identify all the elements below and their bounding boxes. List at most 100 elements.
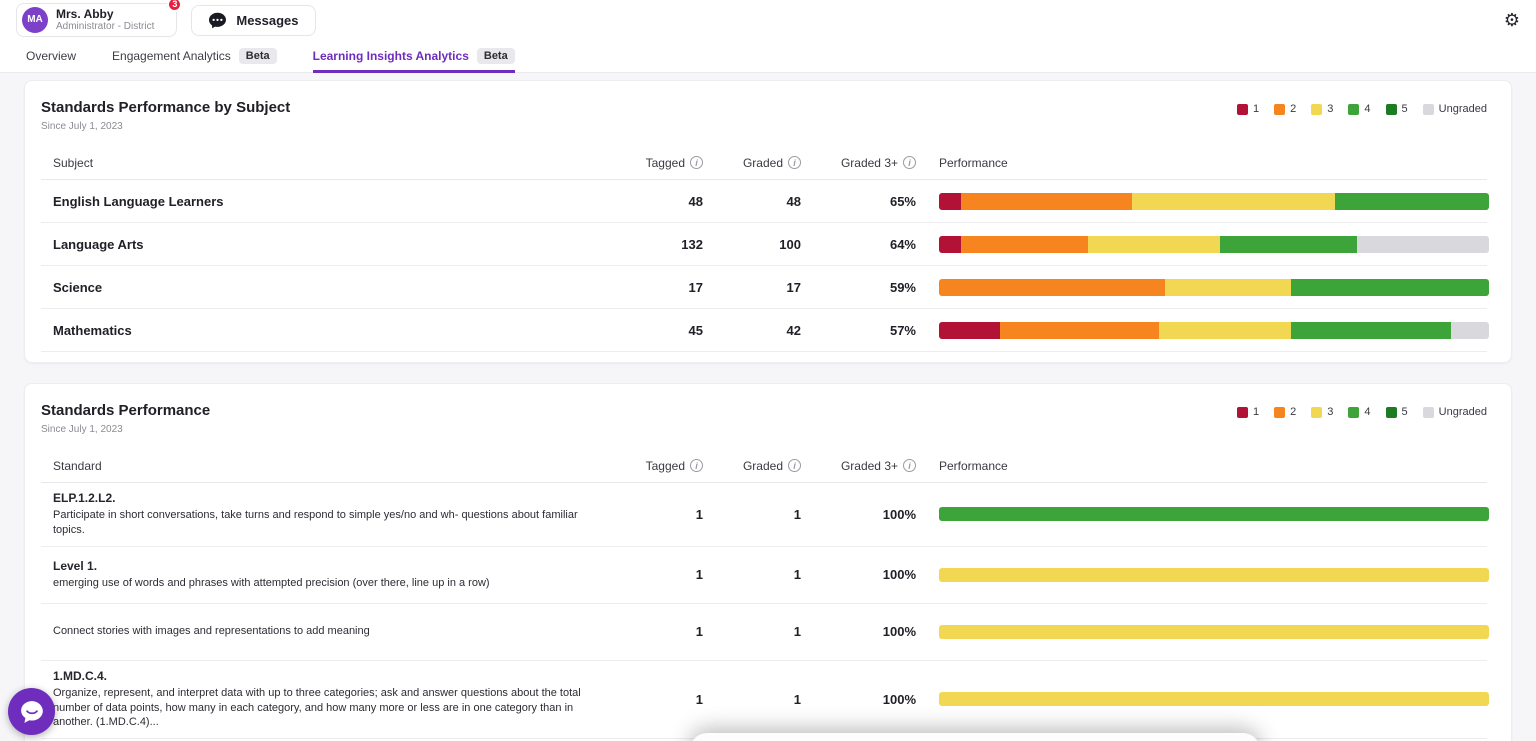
info-icon[interactable]: i: [788, 459, 801, 472]
subject-name: Language Arts: [41, 237, 615, 252]
subjects-table: Subject Taggedi Gradedi Graded 3+i Perfo…: [41, 146, 1487, 352]
column-performance: Performance: [916, 156, 1489, 170]
graded3-value: 64%: [801, 237, 916, 252]
tab-overview[interactable]: Overview: [26, 40, 76, 72]
legend-swatch: [1348, 104, 1359, 115]
column-tagged: Taggedi: [615, 156, 703, 170]
column-graded: Gradedi: [703, 459, 801, 473]
tagged-value: 48: [615, 194, 703, 209]
user-name: Mrs. Abby: [56, 7, 154, 21]
bottom-sheet-edge: [690, 733, 1260, 741]
tab-label: Engagement Analytics: [112, 49, 231, 63]
legend-item: 1: [1237, 103, 1259, 115]
table-row: ELP.1.2.L2. Participate in short convers…: [41, 483, 1487, 547]
legend-label: 4: [1364, 103, 1370, 115]
legend-swatch: [1423, 407, 1434, 418]
info-icon[interactable]: i: [690, 156, 703, 169]
table-row: Language Arts 132 100 64%: [41, 223, 1487, 266]
legend-item: 2: [1274, 103, 1296, 115]
standard-description: Participate in short conversations, take…: [53, 508, 593, 538]
graded-value: 1: [703, 567, 801, 582]
graded-value: 1: [703, 624, 801, 639]
legend-item: 2: [1274, 406, 1296, 418]
legend-label: 5: [1402, 103, 1408, 115]
legend-swatch: [1348, 407, 1359, 418]
legend-swatch: [1237, 407, 1248, 418]
card-subtitle: Since July 1, 2023: [41, 121, 290, 132]
legend-swatch: [1274, 104, 1285, 115]
table-row: Mathematics 45 42 57%: [41, 309, 1487, 352]
standard-code: Level 1.: [53, 559, 615, 573]
graded3-value: 65%: [801, 194, 916, 209]
performance-bar: [939, 568, 1489, 582]
info-icon[interactable]: i: [788, 156, 801, 169]
column-subject: Subject: [41, 156, 615, 170]
column-standard: Standard: [41, 459, 615, 473]
table-header-row: Standard Taggedi Gradedi Graded 3+i Perf…: [41, 449, 1487, 483]
messages-button[interactable]: Messages: [191, 5, 315, 36]
column-graded3: Graded 3+i: [801, 459, 916, 473]
tagged-value: 1: [615, 624, 703, 639]
notification-badge: 3: [167, 0, 182, 12]
tagged-value: 45: [615, 323, 703, 338]
performance-bar: [939, 322, 1489, 339]
table-header-row: Subject Taggedi Gradedi Graded 3+i Perfo…: [41, 146, 1487, 180]
legend-label: 3: [1327, 406, 1333, 418]
subject-name: Science: [41, 280, 615, 295]
info-icon[interactable]: i: [903, 459, 916, 472]
top-bar: MA Mrs. Abby Administrator - District 3 …: [0, 0, 1536, 40]
tagged-value: 1: [615, 567, 703, 582]
user-info: Mrs. Abby Administrator - District: [56, 7, 154, 33]
avatar: MA: [22, 7, 48, 33]
tagged-value: 1: [615, 692, 703, 707]
card-title: Standards Performance: [41, 402, 210, 419]
performance-legend: 1 2 3 4 5 Ungraded: [1237, 103, 1487, 115]
info-icon[interactable]: i: [690, 459, 703, 472]
standard-description: emerging use of words and phrases with a…: [53, 576, 593, 591]
legend-item: 3: [1311, 103, 1333, 115]
beta-badge: Beta: [477, 48, 515, 64]
graded-value: 42: [703, 323, 801, 338]
graded3-value: 100%: [801, 567, 916, 582]
user-account-chip[interactable]: MA Mrs. Abby Administrator - District 3: [16, 3, 177, 37]
standard-description: Connect stories with images and represen…: [53, 624, 593, 639]
graded-value: 1: [703, 692, 801, 707]
legend-item: Ungraded: [1423, 406, 1487, 418]
performance-bar: [939, 625, 1489, 639]
legend-label: 2: [1290, 406, 1296, 418]
beta-badge: Beta: [239, 48, 277, 64]
tagged-value: 132: [615, 237, 703, 252]
tab-label: Overview: [26, 49, 76, 63]
legend-item: 3: [1311, 406, 1333, 418]
chat-launcher-icon: [19, 699, 45, 725]
gear-icon[interactable]: ⚙: [1504, 11, 1520, 29]
legend-item: 5: [1386, 406, 1408, 418]
legend-label: 5: [1402, 406, 1408, 418]
graded-value: 48: [703, 194, 801, 209]
subject-name: English Language Learners: [41, 194, 615, 209]
performance-bar: [939, 236, 1489, 253]
chat-launcher-button[interactable]: [8, 688, 55, 735]
legend-label: 1: [1253, 103, 1259, 115]
legend-swatch: [1311, 104, 1322, 115]
card-subtitle: Since July 1, 2023: [41, 424, 210, 435]
tab-learning-insights-analytics[interactable]: Learning Insights Analytics Beta: [313, 40, 515, 72]
legend-swatch: [1274, 407, 1285, 418]
column-tagged: Taggedi: [615, 459, 703, 473]
tagged-value: 17: [615, 280, 703, 295]
performance-bar: [939, 193, 1489, 210]
performance-bar: [939, 279, 1489, 296]
legend-swatch: [1311, 407, 1322, 418]
standard-description: Organize, represent, and interpret data …: [53, 686, 593, 731]
column-graded3: Graded 3+i: [801, 156, 916, 170]
standard-code: 1.MD.C.4.: [53, 669, 615, 683]
legend-swatch: [1386, 104, 1397, 115]
legend-item: 1: [1237, 406, 1259, 418]
legend-item: 4: [1348, 406, 1370, 418]
column-performance: Performance: [916, 459, 1489, 473]
tab-engagement-analytics[interactable]: Engagement Analytics Beta: [112, 40, 277, 72]
legend-label: Ungraded: [1439, 103, 1487, 115]
info-icon[interactable]: i: [903, 156, 916, 169]
analytics-tab-bar: Overview Engagement Analytics Beta Learn…: [0, 40, 1536, 73]
graded-value: 100: [703, 237, 801, 252]
